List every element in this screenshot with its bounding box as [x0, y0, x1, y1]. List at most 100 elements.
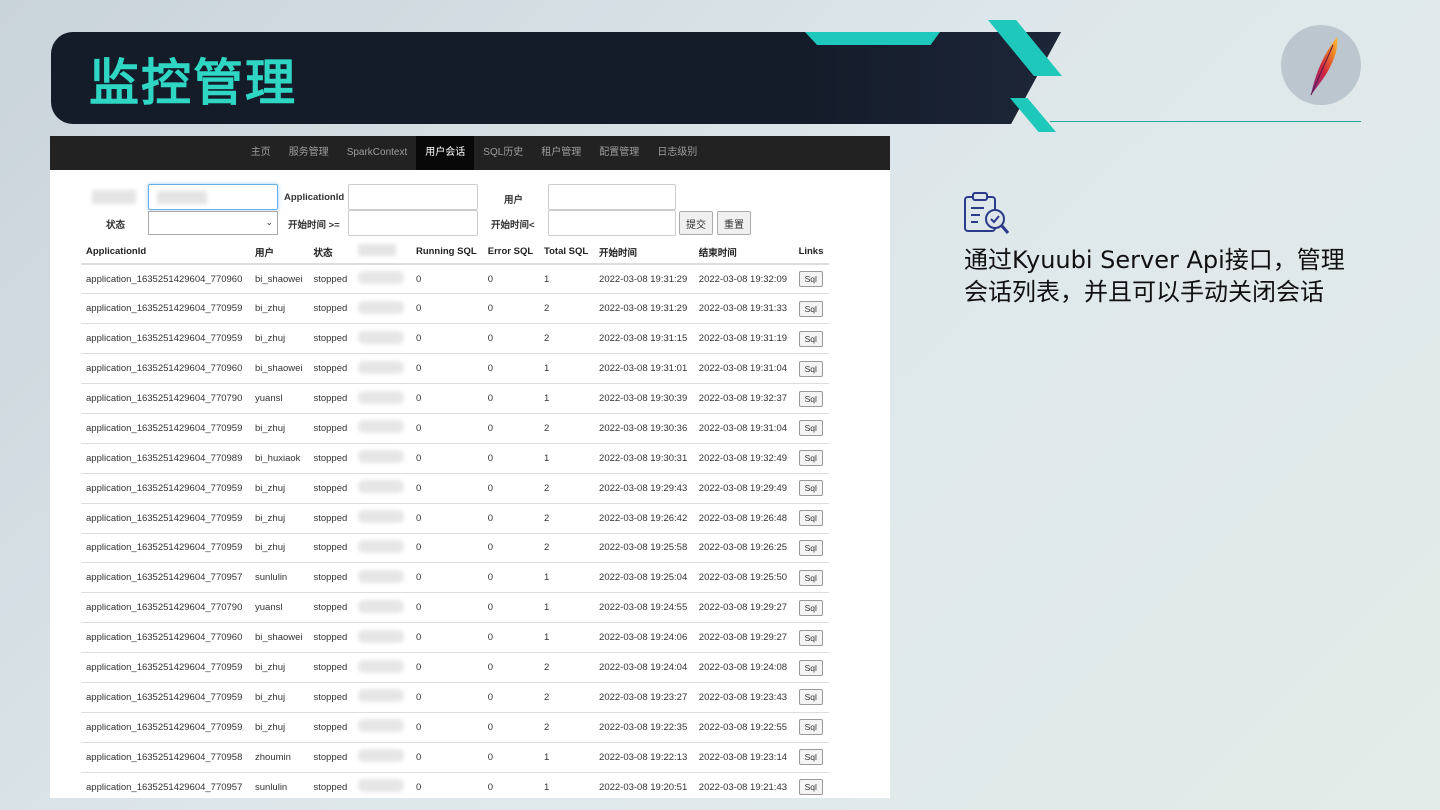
- nav-item[interactable]: 主页: [242, 136, 280, 170]
- table-header-row: ApplicationId 用户 状态 Running SQL Error SQL Tot…: [81, 240, 829, 265]
- redacted-value: [357, 480, 404, 494]
- total-sql-cell: 2: [539, 293, 595, 324]
- start-time-cell: 2022-03-08 19:30:31: [594, 442, 694, 474]
- end-time-cell: 2022-03-08 19:21:43: [693, 771, 794, 798]
- redacted-ip-cell: [352, 412, 411, 444]
- status-cell: stopped: [308, 771, 353, 798]
- sql-link-button[interactable]: Sql: [798, 390, 823, 407]
- links-cell: Sql: [793, 681, 829, 713]
- sql-link-button[interactable]: Sql: [798, 480, 823, 497]
- links-cell: Sql: [793, 562, 829, 593]
- application-id-cell[interactable]: application_1635251429604_770958: [81, 741, 250, 773]
- end-time-cell: 2022-03-08 19:32:49: [693, 442, 794, 474]
- running-sql-cell: 0: [410, 323, 483, 354]
- running-sql-cell: 0: [410, 681, 483, 713]
- top-nav: 主页 服务管理 SparkContext 用户会话 SQL历史 租户管理 配置管理 日志级别: [50, 136, 890, 170]
- redacted-ip-cell: [352, 652, 411, 683]
- nav-item[interactable]: 租户管理: [532, 136, 590, 170]
- status-select[interactable]: ⌄: [148, 211, 278, 235]
- application-id-cell[interactable]: application_1635251429604_770959: [81, 652, 250, 683]
- end-time-cell: 2022-03-08 19:31:04: [693, 412, 794, 444]
- redacted-value: [357, 300, 404, 314]
- redacted-filter-input[interactable]: [148, 184, 278, 210]
- sql-link-button[interactable]: Sql: [798, 420, 823, 437]
- user-cell: bi_zhuj: [250, 532, 309, 563]
- sql-link-button[interactable]: Sql: [798, 300, 823, 317]
- sql-link-button[interactable]: Sql: [798, 599, 823, 616]
- redacted-ip-cell: [352, 442, 411, 474]
- application-id-cell[interactable]: application_1635251429604_770959: [81, 502, 250, 534]
- sql-link-button[interactable]: Sql: [798, 779, 823, 796]
- start-time-from-input[interactable]: [348, 210, 478, 236]
- application-id-cell[interactable]: application_1635251429604_770790: [81, 592, 250, 623]
- sql-link-button[interactable]: Sql: [798, 569, 823, 586]
- end-time-cell: 2022-03-08 19:24:08: [693, 652, 794, 683]
- application-id-input[interactable]: [348, 184, 478, 210]
- end-time-cell: 2022-03-08 19:26:25: [693, 532, 794, 563]
- application-id-cell[interactable]: application_1635251429604_770959: [81, 472, 250, 504]
- sql-link-button[interactable]: Sql: [798, 629, 823, 646]
- total-sql-cell: 2: [539, 711, 595, 743]
- sql-link-button[interactable]: Sql: [798, 719, 823, 736]
- application-id-cell[interactable]: application_1635251429604_770959: [81, 711, 250, 743]
- application-id-cell[interactable]: application_1635251429604_770960: [81, 622, 250, 653]
- redacted-value: [357, 390, 404, 404]
- sql-link-button[interactable]: Sql: [798, 510, 823, 527]
- end-time-cell: 2022-03-08 19:32:37: [693, 383, 794, 414]
- application-id-cell[interactable]: application_1635251429604_770989: [81, 442, 250, 474]
- application-id-cell[interactable]: application_1635251429604_770960: [81, 353, 250, 384]
- status-label: 状态: [106, 220, 126, 231]
- nav-item[interactable]: SQL历史: [474, 136, 532, 170]
- sql-link-button[interactable]: Sql: [798, 659, 823, 676]
- application-id-cell[interactable]: application_1635251429604_770959: [81, 293, 250, 324]
- status-cell: stopped: [308, 353, 353, 384]
- table-row: application_1635251429604_770960 bi_shaow…: [81, 353, 829, 384]
- sql-link-button[interactable]: Sql: [798, 330, 823, 347]
- application-id-cell[interactable]: application_1635251429604_770959: [81, 412, 250, 444]
- nav-item[interactable]: 用户会话: [416, 136, 475, 170]
- total-sql-cell: 2: [539, 652, 595, 683]
- nav-item[interactable]: 服务管理: [280, 136, 338, 170]
- table-row: application_1635251429604_770959 bi_zhuj s…: [81, 532, 829, 563]
- links-cell: Sql: [793, 741, 829, 773]
- feather-logo-icon: [1281, 25, 1361, 105]
- application-id-cell[interactable]: application_1635251429604_770959: [81, 681, 250, 713]
- sql-link-button[interactable]: Sql: [798, 539, 823, 556]
- application-id-cell[interactable]: application_1635251429604_770959: [81, 532, 250, 563]
- error-sql-cell: 0: [482, 412, 540, 444]
- redacted-value: [357, 659, 404, 673]
- start-time-to-input[interactable]: [548, 210, 676, 236]
- nav-item[interactable]: 配置管理: [590, 136, 648, 170]
- sql-link-button[interactable]: Sql: [798, 689, 823, 706]
- application-id-cell[interactable]: application_1635251429604_770960: [81, 263, 250, 294]
- redacted-ip-cell: [352, 592, 411, 623]
- running-sql-cell: 0: [410, 412, 483, 444]
- error-sql-cell: 0: [482, 293, 540, 324]
- redacted-ip-cell: [352, 472, 411, 504]
- running-sql-cell: 0: [410, 741, 483, 773]
- sql-link-button[interactable]: Sql: [798, 360, 823, 377]
- application-id-cell[interactable]: application_1635251429604_770957: [81, 771, 250, 798]
- user-cell: bi_zhuj: [250, 472, 309, 504]
- reset-button[interactable]: 重置: [717, 211, 751, 235]
- application-id-cell[interactable]: application_1635251429604_770957: [81, 562, 250, 593]
- application-id-cell[interactable]: application_1635251429604_770959: [81, 323, 250, 354]
- submit-button[interactable]: 提交: [679, 211, 713, 235]
- sql-link-button[interactable]: Sql: [798, 271, 823, 288]
- sql-link-button[interactable]: Sql: [798, 450, 823, 467]
- end-time-cell: 2022-03-08 19:23:43: [693, 681, 794, 713]
- links-cell: Sql: [793, 652, 829, 683]
- table-row: application_1635251429604_770790 yuansl st…: [81, 383, 829, 414]
- end-time-cell: 2022-03-08 19:32:09: [693, 263, 794, 294]
- error-sql-cell: 0: [482, 263, 540, 294]
- application-id-cell[interactable]: application_1635251429604_770790: [81, 383, 250, 414]
- user-cell: yuansl: [250, 592, 309, 623]
- nav-item[interactable]: SparkContext: [338, 136, 417, 170]
- status-cell: stopped: [308, 681, 353, 713]
- user-input[interactable]: [548, 184, 676, 210]
- status-cell: stopped: [308, 263, 353, 294]
- redacted-value: [357, 539, 404, 553]
- sql-link-button[interactable]: Sql: [798, 749, 823, 766]
- total-sql-cell: 2: [539, 681, 595, 713]
- nav-item[interactable]: 日志级别: [648, 136, 706, 170]
